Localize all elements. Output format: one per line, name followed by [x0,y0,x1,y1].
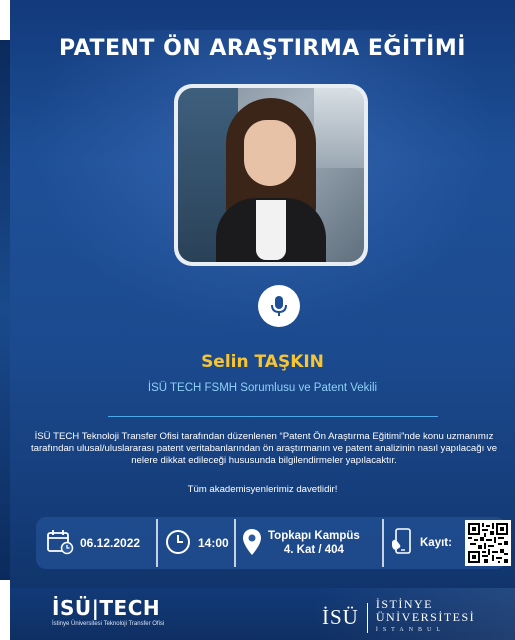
location-line-1: Topkapı Kampüs [268,530,360,542]
microphone-icon [258,285,300,327]
speaker-role: İSÜ TECH FSMH Sorumlusu ve Patent Vekili [147,382,378,394]
speaker-name: Selin TAŞKIN [201,352,324,372]
phone-register-icon [390,527,414,559]
clock-icon [164,528,192,559]
speaker-photo [178,88,364,262]
speaker-photo-frame [174,84,368,266]
event-date: 06.12.2022 [46,517,140,569]
location-pin-icon [242,528,262,559]
poster-title: PATENT ÖN ARAŞTIRMA EĞİTİMİ [59,36,466,61]
divider-line [108,416,438,417]
info-separator [234,519,236,567]
info-separator [156,519,158,567]
left-edge-strip [0,40,10,580]
event-time: 14:00 [164,517,229,569]
location-line-2: 4. Kat / 404 [283,544,344,556]
logo-line-istanbul: İSTANBUL [375,627,446,633]
isu-tech-logo-subtitle: İstinye Üniversitesi Teknoloji Transfer … [52,621,165,627]
registration: Kayıt: [390,517,452,569]
logo-line-universitesi: ÜNİVERSİTESİ [375,610,476,624]
info-separator [382,519,384,567]
event-info-bar: 06.12.2022 14:00 Topkapı Kampüs 4. Kat /… [36,517,511,569]
isu-logo-text: İSÜ [322,605,359,629]
event-description: İSÜ TECH Teknoloji Transfer Ofisi tarafı… [30,431,498,466]
istinye-university-logo: İSÜ İSTİNYE ÜNİVERSİTESİ İSTANBUL [322,598,475,637]
invitation-text: Tüm akademisyenlerimiz davetlidir! [187,484,338,495]
date-text: 06.12.2022 [80,536,141,550]
qr-code[interactable] [465,520,511,566]
isu-tech-logo-text: İSÜ|TECH [52,596,161,620]
isu-tech-logo: İSÜ|TECH İstinye Üniversitesi Teknoloji … [52,596,164,627]
calendar-icon [46,529,74,558]
event-location: Topkapı Kampüs 4. Kat / 404 [242,517,360,569]
time-text: 14:00 [198,536,229,550]
poster-footer: İSÜ|TECH İstinye Üniversitesi Teknoloji … [10,588,515,640]
event-poster: PATENT ÖN ARAŞTIRMA EĞİTİMİ Selin TAŞKIN… [10,0,515,640]
register-label: Kayıt: [420,537,452,549]
